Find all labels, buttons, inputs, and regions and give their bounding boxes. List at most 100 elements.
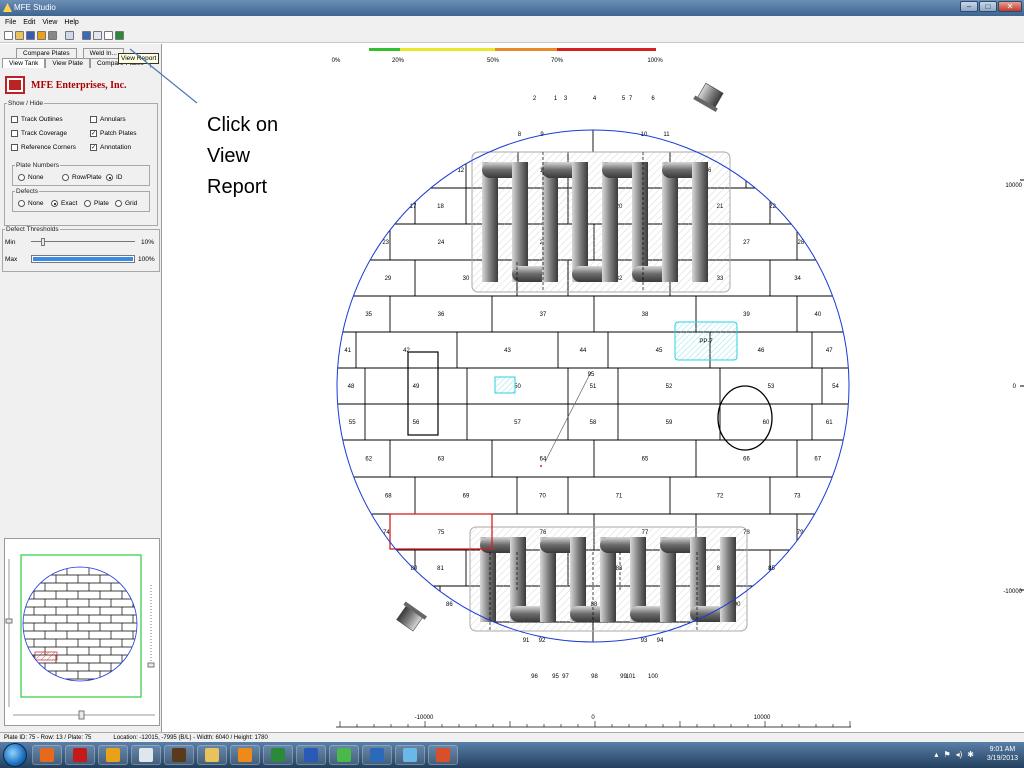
- brand: MFE Enterprises, Inc.: [5, 76, 127, 94]
- plate-label: 74: [383, 530, 390, 536]
- min-label: Min: [5, 238, 16, 246]
- menu-edit[interactable]: Edit: [23, 16, 35, 29]
- annulars-checkbox[interactable]: Annulars: [90, 116, 126, 123]
- plate-numbers-legend: Plate Numbers: [16, 162, 59, 169]
- plate-label: 40: [814, 312, 821, 318]
- plate-label: 95: [552, 674, 559, 680]
- minimap-vertical-slider[interactable]: [5, 559, 13, 707]
- ups-icon[interactable]: [164, 745, 194, 765]
- plate-label: 54: [832, 384, 839, 390]
- bottom-axis: -10000 0 10000: [336, 715, 851, 728]
- scale-label-70: 70%: [551, 58, 564, 64]
- min-threshold-slider[interactable]: [31, 238, 135, 246]
- print-icon[interactable]: [48, 31, 57, 40]
- plate-label: 59: [666, 420, 673, 426]
- defects-none-radio[interactable]: None: [18, 200, 44, 207]
- plate-label: 6: [651, 96, 655, 102]
- defect-thresholds-group: Defect Thresholds: [2, 226, 160, 272]
- tab-view-plate[interactable]: View Plate: [45, 58, 90, 68]
- max-threshold-bar[interactable]: [31, 255, 135, 263]
- status-location: Location: -12015, -7995 (B/L) - Width: 6…: [113, 735, 268, 741]
- flag-icon[interactable]: ⚑: [943, 750, 950, 759]
- volume-icon[interactable]: ◂): [956, 750, 963, 759]
- media-player-icon[interactable]: [230, 745, 260, 765]
- tab-view-tank[interactable]: View Tank: [2, 58, 46, 68]
- defects-exact-radio[interactable]: Exact: [51, 200, 77, 207]
- start-button[interactable]: [3, 743, 27, 767]
- track-outlines-checkbox[interactable]: Track Outlines: [11, 116, 63, 123]
- annotation-checkbox[interactable]: ✓ Annotation: [90, 144, 131, 151]
- reference-corners-checkbox[interactable]: Reference Corners: [11, 144, 76, 151]
- minimap-horizontal-slider[interactable]: [13, 710, 155, 720]
- mfe-studio-icon[interactable]: [395, 745, 425, 765]
- tank-minimap[interactable]: [4, 538, 160, 726]
- coil-pipe-segment: [692, 162, 708, 282]
- minimize-button[interactable]: –: [960, 1, 978, 12]
- plate-label: 44: [580, 348, 587, 354]
- coil-pipe-segment: [482, 162, 498, 282]
- game-icon[interactable]: [329, 745, 359, 765]
- document-icon[interactable]: [131, 745, 161, 765]
- defects-plate-radio[interactable]: Plate: [84, 200, 109, 207]
- outlook-icon[interactable]: [98, 745, 128, 765]
- small-patch-plate[interactable]: [494, 376, 516, 394]
- plate-numbers-none-radio[interactable]: None: [18, 174, 44, 181]
- plate-label: 11: [663, 132, 670, 138]
- report-icon[interactable]: [104, 31, 113, 40]
- tab-compare-plates[interactable]: Compare Plates: [16, 48, 77, 58]
- plate-numbers-rowplate-radio[interactable]: Row/Plate: [62, 174, 102, 181]
- export-icon[interactable]: [37, 31, 46, 40]
- firefox-icon[interactable]: [32, 745, 62, 765]
- save-icon[interactable]: [26, 31, 35, 40]
- menu-file[interactable]: File: [5, 16, 16, 29]
- menu-view[interactable]: View: [42, 16, 57, 29]
- camera-icon[interactable]: [362, 745, 392, 765]
- system-tray: ▴ ⚑ ◂) ✱: [934, 750, 974, 759]
- copy-icon[interactable]: [65, 31, 74, 40]
- excel-icon[interactable]: [263, 745, 293, 765]
- plate-label: 30: [463, 276, 470, 282]
- excel-icon[interactable]: [115, 31, 124, 40]
- coil-pipe-segment: [720, 537, 736, 622]
- patch-plate-lower[interactable]: [469, 526, 748, 632]
- plate-label: 96: [531, 674, 538, 680]
- acrobat-icon[interactable]: [65, 745, 95, 765]
- plate-label: 53: [768, 384, 775, 390]
- clock[interactable]: 9:01 AM 3/19/2013: [987, 745, 1018, 763]
- brand-name: MFE Enterprises, Inc.: [31, 79, 127, 91]
- plate-label: 24: [438, 240, 445, 246]
- plate-label: 1: [554, 96, 558, 102]
- track-coverage-checkbox[interactable]: Track Coverage: [11, 130, 67, 137]
- powerpoint-icon[interactable]: [428, 745, 458, 765]
- right-axis-label-bottom: -10000: [1003, 589, 1022, 595]
- plate-label: 94: [657, 638, 664, 644]
- menu-help[interactable]: Help: [64, 16, 78, 29]
- patch-plate-label: PP-7: [699, 339, 713, 345]
- plate-label: 35: [365, 312, 372, 318]
- show-hide-legend: Show / Hide: [8, 100, 44, 107]
- defect-scale-bar: 0% 20% 50% 70% 100%: [332, 48, 663, 64]
- view-tank-icon[interactable]: [82, 31, 91, 40]
- nozzle-bottom-left: [396, 601, 427, 632]
- folder-icon[interactable]: [197, 745, 227, 765]
- defects-legend: Defects: [16, 188, 39, 195]
- plate-numbers-id-radio[interactable]: ID: [106, 174, 123, 181]
- toolbar: [0, 29, 1024, 43]
- plate-label: 42: [403, 348, 410, 354]
- plate-label: 98: [591, 674, 598, 680]
- coil-pipe-segment: [632, 162, 648, 282]
- show-hidden-icons-icon[interactable]: ▴: [934, 750, 938, 759]
- max-label: Max: [5, 255, 18, 263]
- minimap-zoom-slider[interactable]: [147, 585, 155, 668]
- view-plate-icon[interactable]: [93, 31, 102, 40]
- defects-grid-radio[interactable]: Grid: [115, 200, 137, 207]
- open-icon[interactable]: [15, 31, 24, 40]
- new-icon[interactable]: [4, 31, 13, 40]
- maximize-button[interactable]: □: [979, 1, 997, 12]
- network-icon[interactable]: ✱: [967, 750, 974, 759]
- close-button[interactable]: ✕: [998, 1, 1022, 12]
- patch-plate-upper[interactable]: [471, 151, 731, 293]
- plate-label: 51: [590, 384, 597, 390]
- patch-plates-checkbox[interactable]: ✓ Patch Plates: [90, 130, 137, 137]
- word-icon[interactable]: [296, 745, 326, 765]
